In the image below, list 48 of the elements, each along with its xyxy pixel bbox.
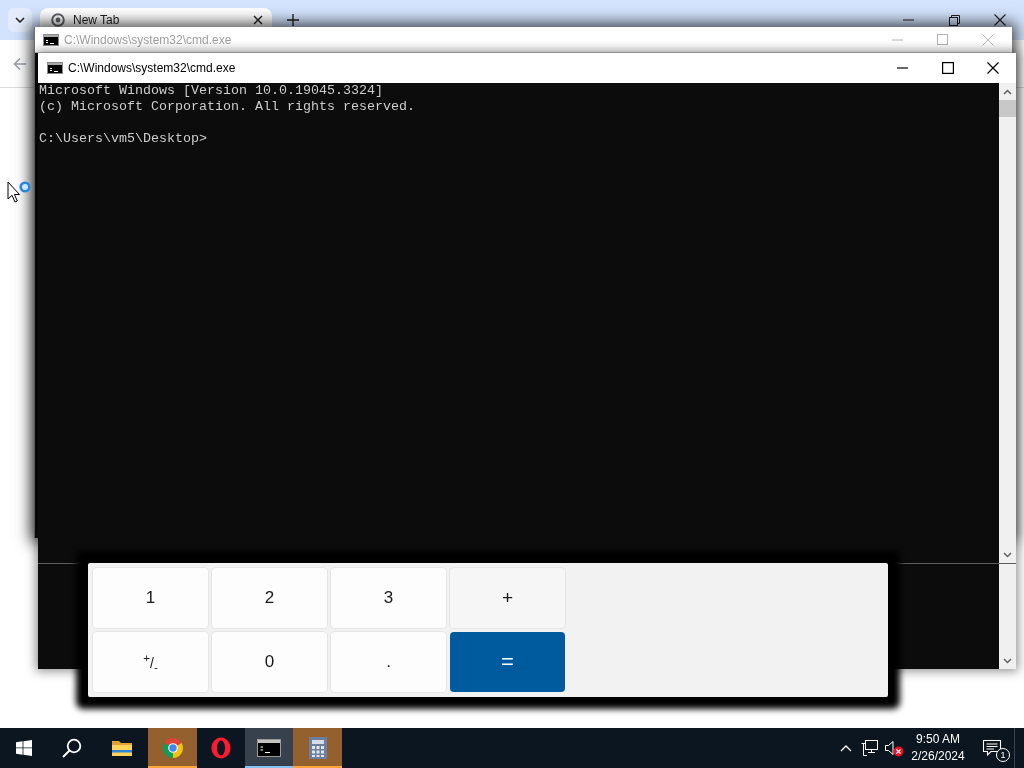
- calculator-key[interactable]: $^{+}$/$_{-}$: [93, 632, 208, 692]
- tricolor-circle-icon: [161, 737, 184, 759]
- clock-button[interactable]: 9:50 AM 2/26/2024: [906, 728, 970, 768]
- scroll-thumb[interactable]: [999, 100, 1016, 117]
- network-icon[interactable]: [861, 740, 879, 756]
- tab-list-button[interactable]: [8, 8, 32, 32]
- terminal-icon: [43, 33, 59, 46]
- chevron-up-icon[interactable]: [840, 744, 852, 752]
- scroll-down-icon[interactable]: [1003, 658, 1012, 664]
- plus-icon[interactable]: [287, 14, 299, 26]
- notification-count: 1: [996, 748, 1010, 762]
- window-title: C:\Windows\system32\cmd.exe: [68, 61, 236, 75]
- calculator-key[interactable]: 3: [331, 568, 446, 628]
- restore-icon[interactable]: [948, 14, 960, 26]
- folder-icon: [111, 739, 133, 757]
- muted-speaker-icon[interactable]: [884, 739, 904, 757]
- scroll-up-icon[interactable]: [1003, 89, 1012, 95]
- close-icon[interactable]: [986, 62, 999, 74]
- console-line: (c) Microsoft Corporation. All rights reserved.: [39, 99, 416, 115]
- calculator-key[interactable]: 0: [212, 632, 327, 692]
- minimize-icon[interactable]: [902, 19, 914, 21]
- close-icon[interactable]: [253, 15, 263, 25]
- ring-logo-icon: [211, 737, 231, 759]
- scrollbar[interactable]: [999, 83, 1016, 563]
- window-title: C:\Windows\system32\cmd.exe: [64, 32, 232, 47]
- busy-pointer-icon: [7, 180, 31, 206]
- terminal-icon: [47, 62, 63, 74]
- close-icon[interactable]: [994, 14, 1006, 26]
- calculator-icon: [308, 737, 327, 759]
- search-icon: [62, 738, 82, 758]
- calculator-key[interactable]: +: [450, 568, 565, 628]
- back-arrow-icon[interactable]: [13, 56, 27, 71]
- console-prompt: C:\Users\vm5\Desktop>: [39, 131, 208, 147]
- maximize-icon[interactable]: [941, 62, 954, 74]
- calculator-key[interactable]: 1: [93, 568, 208, 628]
- scroll-down-icon[interactable]: [1003, 552, 1012, 558]
- circle-logo-icon: [51, 13, 65, 27]
- terminal-icon: [257, 739, 281, 757]
- scrollbar[interactable]: [999, 564, 1016, 669]
- console-line: Microsoft Windows [Version 10.0.19045.3324]: [39, 83, 384, 99]
- chevron-down-icon: [15, 17, 25, 23]
- four-panes-icon: [16, 740, 32, 756]
- calculator-key[interactable]: 2: [212, 568, 327, 628]
- taskbar-button[interactable]: [245, 728, 293, 768]
- calculator-key[interactable]: .: [331, 632, 446, 692]
- message-icon[interactable]: [982, 739, 1002, 757]
- browser-tab[interactable]: New Tab: [40, 8, 272, 27]
- calculator-key[interactable]: =: [450, 632, 565, 692]
